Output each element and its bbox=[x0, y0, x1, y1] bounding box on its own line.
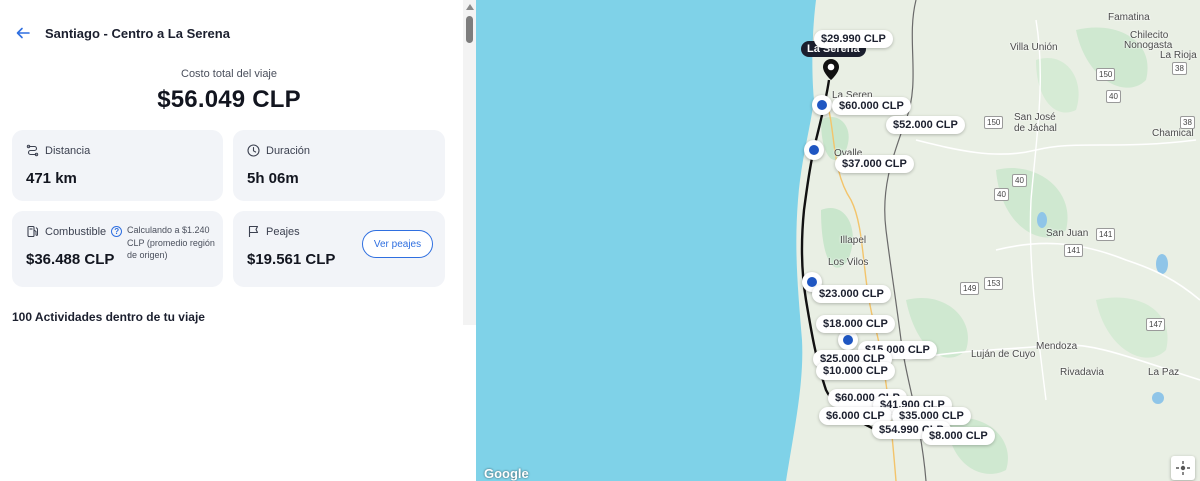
map-label-san-jose: San José bbox=[1014, 112, 1056, 123]
fuel-card: Combustible ? Calculando a $1.240 CLP (p… bbox=[12, 211, 223, 287]
price-tag[interactable]: $60.000 CLP bbox=[832, 97, 911, 115]
scroll-up-arrow-icon[interactable] bbox=[466, 4, 474, 10]
recenter-icon bbox=[1176, 461, 1190, 475]
info-icon[interactable]: ? bbox=[111, 226, 123, 237]
route-shield-141: 141 bbox=[1064, 244, 1084, 257]
route-shield-147: 147 bbox=[1146, 318, 1166, 331]
google-logo: Google bbox=[484, 466, 529, 481]
map-label-la-rioja: La Rioja bbox=[1160, 50, 1197, 61]
route-shield-150: 150 bbox=[1096, 68, 1116, 81]
distance-label: Distancia bbox=[45, 144, 91, 157]
duration-card: Duración 5h 06m bbox=[233, 130, 445, 201]
clock-icon bbox=[247, 144, 260, 157]
map-label-rivadavia: Rivadavia bbox=[1060, 367, 1104, 378]
distance-title: Distancia bbox=[26, 144, 90, 157]
route-map[interactable]: Famatina Chilecito Nonogasta Villa Unión… bbox=[476, 0, 1200, 481]
map-label-lujan-de-cuyo: Luján de Cuyo bbox=[971, 349, 1036, 360]
map-label-san-juan: San Juan bbox=[1046, 228, 1089, 239]
duration-label: Duración bbox=[266, 144, 311, 157]
fuel-value: $36.488 CLP bbox=[26, 251, 115, 268]
price-tag[interactable]: $8.000 CLP bbox=[922, 427, 995, 445]
map-label-illapel: Illapel bbox=[840, 235, 867, 246]
trip-header: Santiago - Centro a La Serena bbox=[14, 22, 230, 44]
tolls-card: Peajes $19.561 CLP Ver peajes bbox=[233, 211, 445, 287]
price-tag[interactable]: $18.000 CLP bbox=[816, 315, 895, 333]
route-shield-40: 40 bbox=[1012, 174, 1027, 187]
map-label-de-jachal: de Jáchal bbox=[1014, 123, 1057, 134]
fuel-pump-icon bbox=[27, 225, 38, 238]
trip-title: Santiago - Centro a La Serena bbox=[45, 25, 230, 41]
map-label-mendoza: Mendoza bbox=[1036, 341, 1078, 352]
tolls-label: Peajes bbox=[266, 225, 300, 238]
price-tag[interactable]: $23.000 CLP bbox=[812, 285, 891, 303]
price-tag[interactable]: $10.000 CLP bbox=[816, 362, 895, 380]
price-tag[interactable]: $29.990 CLP bbox=[814, 30, 893, 48]
arrow-left-icon[interactable] bbox=[14, 24, 32, 42]
flag-icon bbox=[248, 225, 259, 237]
fuel-label: Combustible bbox=[45, 225, 107, 238]
route-shield-149: 149 bbox=[960, 282, 980, 295]
route-shield-38: 38 bbox=[1172, 62, 1187, 75]
route-shield-40: 40 bbox=[994, 188, 1009, 201]
duration-value: 5h 06m bbox=[247, 170, 299, 187]
gas-station-marker[interactable] bbox=[838, 330, 858, 350]
panel-scrollbar[interactable] bbox=[463, 0, 476, 325]
fuel-title: Combustible ? bbox=[26, 225, 123, 238]
total-cost-label: Costo total del viaje bbox=[181, 68, 277, 80]
gas-station-marker[interactable] bbox=[804, 140, 824, 160]
trip-summary-panel: Santiago - Centro a La Serena Costo tota… bbox=[0, 0, 476, 481]
route-icon bbox=[26, 144, 39, 157]
map-label-villa-union: Villa Unión bbox=[1010, 42, 1058, 53]
price-tag[interactable]: $37.000 CLP bbox=[835, 155, 914, 173]
tolls-value: $19.561 CLP bbox=[247, 251, 336, 268]
map-label-la-paz: La Paz bbox=[1148, 367, 1180, 378]
map-label-los-vilos: Los Vilos bbox=[828, 257, 869, 268]
route-shield-38: 38 bbox=[1180, 116, 1195, 129]
gas-station-marker[interactable] bbox=[812, 95, 832, 115]
scrollbar-thumb[interactable] bbox=[466, 16, 473, 43]
total-cost-value: $56.049 CLP bbox=[157, 86, 301, 113]
price-tag[interactable]: $52.000 CLP bbox=[886, 116, 965, 134]
recenter-button[interactable] bbox=[1171, 456, 1195, 480]
map-label-famatina: Famatina bbox=[1108, 12, 1150, 23]
fuel-price-note: Calculando a $1.240 CLP (promedio región… bbox=[127, 225, 215, 260]
destination-pin-icon[interactable] bbox=[820, 58, 842, 88]
distance-card: Distancia 471 km bbox=[12, 130, 223, 201]
distance-value: 471 km bbox=[26, 170, 77, 187]
route-shield-40: 40 bbox=[1106, 90, 1121, 103]
activities-heading: 100 Actividades dentro de tu viaje bbox=[12, 310, 205, 324]
route-shield-153: 153 bbox=[984, 277, 1004, 290]
view-tolls-button[interactable]: Ver peajes bbox=[362, 230, 433, 258]
duration-title: Duración bbox=[247, 144, 310, 157]
tolls-title: Peajes bbox=[247, 225, 300, 238]
route-shield-141: 141 bbox=[1096, 228, 1116, 241]
route-shield-150: 150 bbox=[984, 116, 1004, 129]
map-label-chamical: Chamical bbox=[1152, 128, 1194, 139]
